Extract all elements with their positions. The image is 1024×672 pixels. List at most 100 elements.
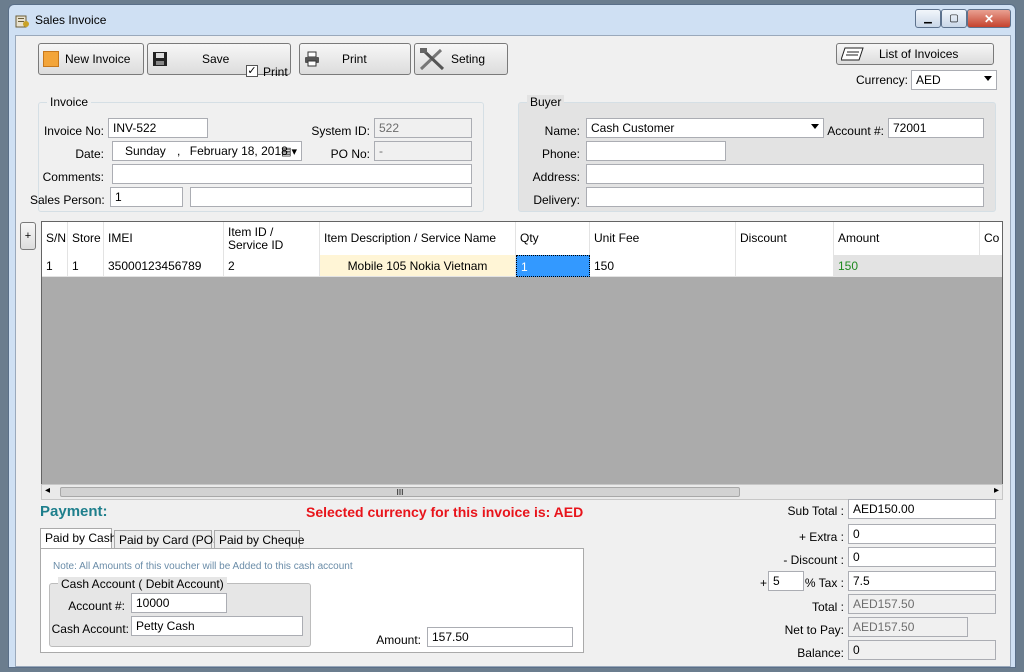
cell-imei[interactable]: 35000123456789 bbox=[104, 255, 224, 277]
col-qty[interactable]: Qty bbox=[516, 222, 590, 255]
scroll-right-icon[interactable]: ▸ bbox=[994, 485, 999, 496]
buyer-account-label: Account #: bbox=[827, 124, 884, 138]
scroll-left-icon[interactable]: ◂ bbox=[45, 485, 50, 496]
date-picker[interactable]: Sunday , February 18, 2018 ▤▾ bbox=[112, 141, 302, 161]
cash-account-no-field[interactable]: 10000 bbox=[131, 593, 227, 613]
tab-paid-by-cash[interactable]: Paid by Cash bbox=[40, 528, 116, 548]
col-item-id[interactable]: Item ID / Service ID bbox=[224, 222, 320, 255]
print-on-save-label: Print bbox=[263, 65, 288, 79]
tax-label: % Tax : bbox=[804, 576, 844, 590]
sales-person-name-field[interactable] bbox=[190, 187, 472, 207]
close-button[interactable]: ✕ bbox=[967, 9, 1011, 28]
printer-icon bbox=[305, 51, 319, 67]
invoice-app-icon bbox=[15, 15, 29, 28]
comments-label: Comments: bbox=[42, 170, 104, 184]
total-field: AED157.50 bbox=[848, 594, 996, 614]
floppy-disk-icon bbox=[153, 52, 167, 66]
col-sn[interactable]: S/N bbox=[42, 222, 68, 255]
tools-icon bbox=[419, 48, 445, 71]
chevron-down-icon bbox=[984, 76, 992, 81]
new-invoice-button[interactable]: New Invoice bbox=[38, 43, 144, 75]
extra-field[interactable]: 0 bbox=[848, 524, 996, 544]
scroll-grip: III bbox=[396, 488, 404, 497]
buyer-delivery-field[interactable] bbox=[586, 187, 984, 207]
sales-person-id-field[interactable]: 1 bbox=[110, 187, 183, 207]
col-unit-fee[interactable]: Unit Fee bbox=[590, 222, 736, 255]
col-imei[interactable]: IMEI bbox=[104, 222, 224, 255]
po-no-field: - bbox=[374, 141, 472, 161]
maximize-icon: ▢ bbox=[949, 13, 959, 24]
buyer-delivery-label: Delivery: bbox=[533, 193, 580, 207]
sub-total-label: Sub Total : bbox=[787, 504, 844, 518]
cash-account-field[interactable]: Petty Cash bbox=[131, 616, 303, 636]
tax-plus-label: + bbox=[760, 576, 768, 590]
buyer-phone-field[interactable] bbox=[586, 141, 726, 161]
invoice-no-label: Invoice No: bbox=[43, 124, 104, 138]
balance-label: Balance: bbox=[797, 646, 844, 660]
print-button[interactable]: Print bbox=[299, 43, 411, 75]
col-item-id-line1: Item ID / bbox=[228, 224, 274, 239]
minimize-button[interactable]: ▁ bbox=[915, 9, 941, 28]
date-value: February 18, 2018 bbox=[189, 144, 288, 158]
minimize-icon: ▁ bbox=[924, 13, 932, 24]
buyer-account-field[interactable]: 72001 bbox=[888, 118, 984, 138]
cell-sn[interactable]: 1 bbox=[42, 255, 68, 277]
setting-label: Seting bbox=[451, 52, 486, 66]
cell-discount[interactable] bbox=[736, 255, 834, 277]
discount-field[interactable]: 0 bbox=[848, 547, 996, 567]
title-bar[interactable]: Sales Invoice ▁ ▢ ✕ bbox=[9, 5, 1015, 35]
cash-account-label: Cash Account: bbox=[51, 622, 129, 636]
form-client-area: New Invoice Save ✓ Print Print Seting Li… bbox=[15, 35, 1011, 667]
grid-horizontal-scrollbar[interactable]: ◂ III ▸ bbox=[41, 484, 1003, 500]
invoice-group-title: Invoice bbox=[47, 95, 92, 109]
close-icon: ✕ bbox=[983, 11, 995, 26]
buyer-address-field[interactable] bbox=[586, 164, 984, 184]
buyer-group-title: Buyer bbox=[527, 95, 565, 109]
system-id-field: 522 bbox=[374, 118, 472, 138]
tax-rate-field[interactable]: 5 bbox=[768, 571, 804, 591]
sub-total-field: AED150.00 bbox=[848, 499, 996, 519]
col-discount[interactable]: Discount bbox=[736, 222, 834, 255]
cell-co[interactable] bbox=[980, 255, 1002, 277]
paid-by-cash-panel: Note: All Amounts of this voucher will b… bbox=[40, 548, 584, 653]
sales-person-label: Sales Person: bbox=[30, 193, 105, 207]
comments-field[interactable] bbox=[112, 164, 472, 184]
setting-button[interactable]: Seting bbox=[414, 43, 508, 75]
buyer-name-select[interactable]: Cash Customer bbox=[586, 118, 824, 138]
payment-heading: Payment: bbox=[40, 503, 108, 520]
buyer-address-label: Address: bbox=[532, 170, 580, 184]
col-co[interactable]: Co bbox=[980, 222, 1002, 255]
new-invoice-label: New Invoice bbox=[65, 52, 131, 66]
cell-unit-fee[interactable]: 150 bbox=[590, 255, 736, 277]
col-item-id-line2: Service ID bbox=[228, 237, 284, 252]
tax-field[interactable]: 7.5 bbox=[848, 571, 996, 591]
cell-description[interactable]: Mobile 105 Nokia Vietnam bbox=[320, 255, 516, 277]
invoice-no-field[interactable]: INV-522 bbox=[108, 118, 208, 138]
cash-amount-field[interactable]: 157.50 bbox=[427, 627, 573, 647]
cell-item-id[interactable]: 2 bbox=[224, 255, 320, 277]
items-grid[interactable]: S/N Store IMEI Item ID / Service ID Item… bbox=[41, 221, 1003, 499]
cell-store[interactable]: 1 bbox=[68, 255, 104, 277]
expand-button[interactable]: + bbox=[20, 222, 36, 250]
col-store[interactable]: Store bbox=[68, 222, 104, 255]
date-weekday: Sunday bbox=[125, 144, 166, 158]
cell-amount[interactable]: 150 bbox=[834, 255, 980, 277]
currency-select[interactable]: AED bbox=[911, 70, 997, 90]
list-of-invoices-button[interactable]: List of Invoices bbox=[836, 43, 994, 65]
list-of-invoices-label: List of Invoices bbox=[879, 47, 959, 61]
cell-qty[interactable]: 1 bbox=[516, 255, 590, 277]
net-to-pay-field: AED157.50 bbox=[848, 617, 968, 637]
sales-invoice-window: Sales Invoice ▁ ▢ ✕ New Invoice Save ✓ P… bbox=[8, 4, 1016, 668]
buyer-name-value: Cash Customer bbox=[591, 121, 675, 135]
tab-paid-by-card[interactable]: Paid by Card (POS) bbox=[114, 530, 225, 548]
col-amount[interactable]: Amount bbox=[834, 222, 980, 255]
table-row[interactable]: 1 1 35000123456789 2 Mobile 105 Nokia Vi… bbox=[42, 255, 1002, 277]
print-on-save-checkbox[interactable]: ✓ bbox=[246, 65, 258, 77]
currency-value: AED bbox=[916, 73, 941, 87]
col-description[interactable]: Item Description / Service Name bbox=[320, 222, 516, 255]
tab-paid-by-cheque[interactable]: Paid by Cheque bbox=[214, 530, 304, 548]
maximize-button[interactable]: ▢ bbox=[941, 9, 967, 28]
date-label: Date: bbox=[75, 147, 104, 161]
calendar-dropdown-icon[interactable]: ▤▾ bbox=[281, 145, 297, 158]
scrollbar-thumb[interactable]: III bbox=[60, 487, 740, 497]
